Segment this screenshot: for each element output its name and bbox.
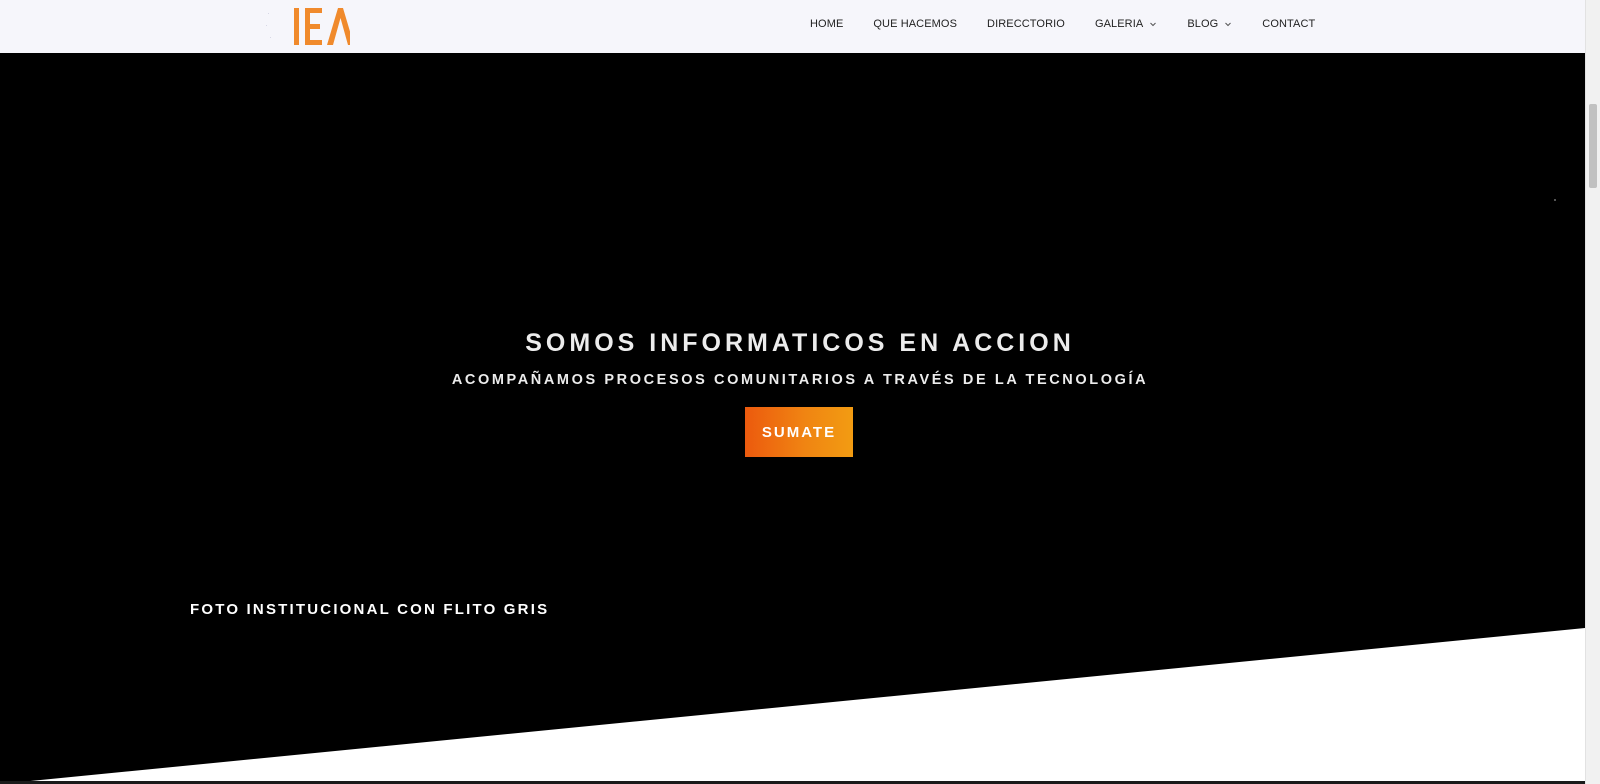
nav-item-galeria[interactable]: GALERIA [1095, 18, 1157, 30]
nav-item-label: BLOG [1187, 18, 1219, 30]
nav-item-label: HOME [810, 18, 844, 30]
chevron-down-icon [1225, 22, 1232, 27]
nav-item-label: QUE HACEMOS [873, 18, 958, 30]
page: HOME QUE HACEMOS DIRECCTORIO GALERIA BLO… [0, 0, 1600, 784]
nav-item-que-hacemos[interactable]: QUE HACEMOS [873, 18, 957, 30]
site-logo[interactable] [260, 4, 350, 46]
nav-item-contact[interactable]: CONTACT [1262, 18, 1315, 30]
nav-item-home[interactable]: HOME [810, 18, 843, 30]
hero-diagonal-shape [0, 628, 1585, 784]
chevron-down-icon [1150, 22, 1157, 27]
iea-logo-icon [266, 8, 350, 45]
nav-item-label: GALERIA [1094, 18, 1144, 30]
site-header: HOME QUE HACEMOS DIRECCTORIO GALERIA BLO… [0, 0, 1585, 53]
hero-section: SOMOS INFORMATICOS EN ACCION ACOMPAÑAMOS… [0, 53, 1585, 784]
main-nav: HOME QUE HACEMOS DIRECCTORIO GALERIA BLO… [810, 0, 1345, 48]
nav-item-label: CONTACT [1262, 18, 1316, 30]
page-scrollbar[interactable] [1585, 0, 1600, 784]
nav-item-label: DIRECCTORIO [987, 18, 1065, 30]
nav-item-blog[interactable]: BLOG [1187, 18, 1232, 30]
nav-item-directorio[interactable]: DIRECCTORIO [987, 18, 1065, 30]
scrollbar-thumb[interactable] [1589, 104, 1597, 188]
